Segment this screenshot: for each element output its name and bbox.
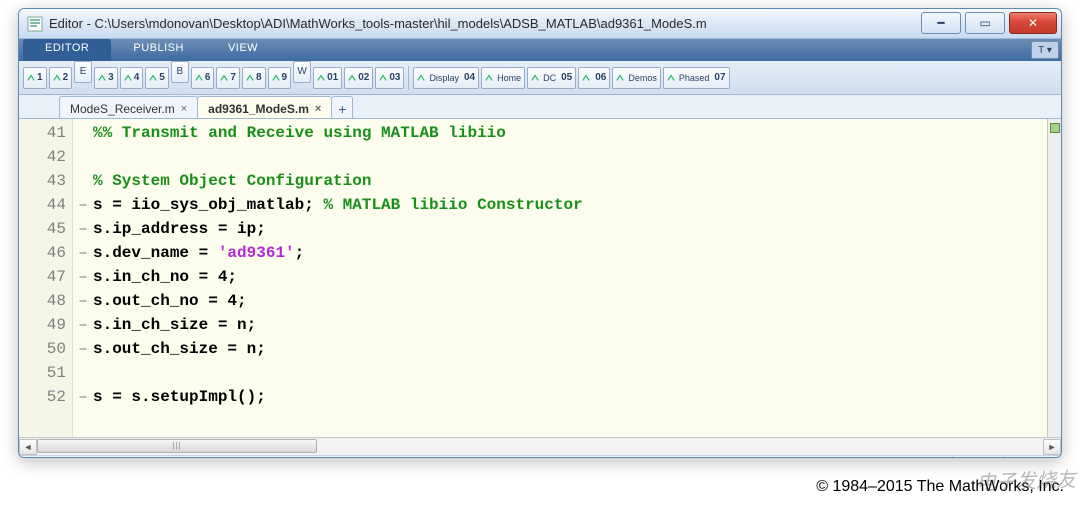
quick-access-key-hint: W (293, 61, 311, 83)
quick-access-key-hint: B (171, 61, 189, 83)
quick-access-button[interactable]: 2 (49, 67, 73, 89)
watermark: 电子发烧友 (976, 463, 1077, 495)
editor-window: Editor - C:\Users\mdonovan\Desktop\ADI\M… (18, 8, 1062, 458)
close-icon[interactable]: × (181, 103, 187, 115)
file-tab[interactable]: ad9361_ModeS.m × (197, 96, 332, 118)
quick-access-key-hint: E (74, 61, 92, 83)
scroll-track[interactable] (37, 439, 1043, 455)
quick-access-button[interactable]: 7 (216, 67, 240, 89)
new-tab-button[interactable]: + (331, 96, 353, 118)
toolstrip-group-button[interactable]: DC05 (527, 67, 576, 89)
quick-access-button[interactable]: 02 (344, 67, 373, 89)
toolstrip-group-button[interactable]: Phased07 (663, 67, 730, 89)
file-tabs: ModeS_Receiver.m × ad9361_ModeS.m × + (19, 95, 1061, 119)
code-text[interactable]: %% Transmit and Receive using MATLAB lib… (93, 119, 1061, 437)
code-ok-icon (1050, 123, 1060, 133)
breakpoint-column[interactable]: ––––––– – (73, 119, 93, 437)
ribbon-tab-view[interactable]: VIEW (206, 39, 280, 61)
ribbon-tabs: EDITOR PUBLISH VIEW T ▾ (19, 39, 1061, 61)
toolstrip-group-button[interactable]: Demos (612, 67, 661, 89)
scroll-thumb[interactable] (37, 439, 317, 453)
statusbar: Ln 1 Col 1 (19, 455, 1061, 458)
minimize-button[interactable]: ━ (921, 12, 961, 34)
editor-area[interactable]: 414243444546474849505152 ––––––– – %% Tr… (19, 119, 1061, 437)
scroll-right-button[interactable]: ► (1043, 439, 1061, 455)
file-tab-label: ModeS_Receiver.m (70, 102, 175, 116)
toolstrip: 12E345B6789W010203 Display04HomeDC0506De… (19, 61, 1061, 95)
quick-access-button[interactable]: 4 (120, 67, 144, 89)
quick-access-button[interactable]: 6 (191, 67, 215, 89)
status-line: Ln 1 (952, 456, 1004, 458)
horizontal-scrollbar[interactable]: ◄ ► (19, 437, 1061, 455)
scroll-left-button[interactable]: ◄ (19, 439, 37, 455)
window-controls: ━ ▭ ✕ (917, 12, 1057, 34)
ribbon-tab-publish[interactable]: PUBLISH (111, 39, 206, 61)
ribbon-tab-editor[interactable]: EDITOR (23, 39, 111, 61)
quick-access-button[interactable]: 5 (145, 67, 169, 89)
window-title: Editor - C:\Users\mdonovan\Desktop\ADI\M… (49, 16, 917, 31)
ribbon-options-button[interactable]: T ▾ (1031, 41, 1059, 59)
quick-access-button[interactable]: 01 (313, 67, 342, 89)
editor-app-icon (27, 16, 43, 32)
quick-access-button[interactable]: 8 (242, 67, 266, 89)
quick-access-button[interactable]: 03 (375, 67, 404, 89)
maximize-button[interactable]: ▭ (965, 12, 1005, 34)
quick-access-button[interactable]: 9 (268, 67, 292, 89)
file-tab[interactable]: ModeS_Receiver.m × (59, 96, 198, 118)
toolstrip-group-button[interactable]: Display04 (413, 67, 479, 89)
line-number-gutter: 414243444546474849505152 (19, 119, 73, 437)
close-icon[interactable]: × (315, 103, 321, 115)
toolstrip-group-button[interactable]: 06 (578, 67, 610, 89)
status-col: Col 1 (1004, 456, 1061, 458)
toolstrip-group-button[interactable]: Home (481, 67, 525, 89)
titlebar[interactable]: Editor - C:\Users\mdonovan\Desktop\ADI\M… (19, 9, 1061, 39)
code-status-strip[interactable] (1047, 119, 1061, 437)
quick-access-button[interactable]: 3 (94, 67, 118, 89)
close-button[interactable]: ✕ (1009, 12, 1057, 34)
file-tab-label: ad9361_ModeS.m (208, 102, 309, 116)
quick-access-button[interactable]: 1 (23, 67, 47, 89)
